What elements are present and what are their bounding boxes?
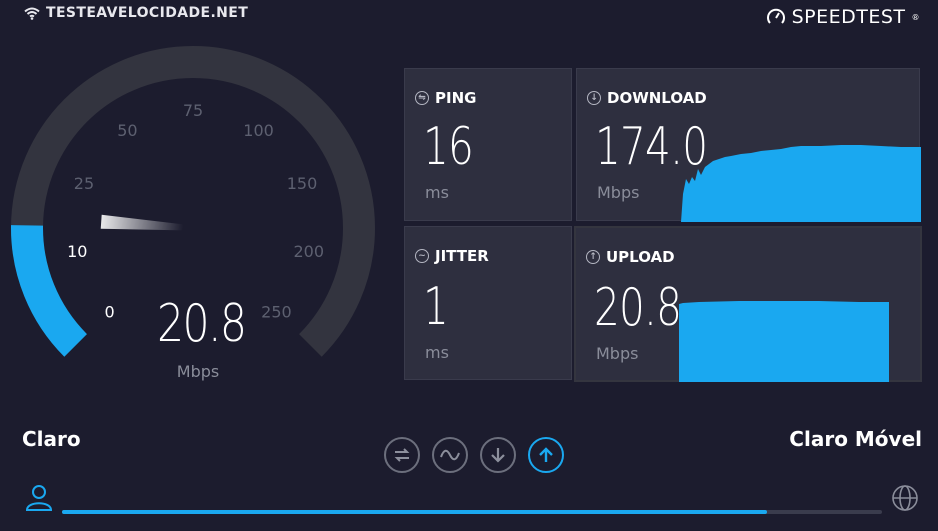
jitter-label-text: JITTER (435, 247, 489, 265)
test-progress-bar (62, 510, 882, 514)
download-icon (491, 448, 505, 463)
user-glyph (25, 485, 53, 511)
download-step[interactable] (480, 437, 516, 473)
ping-icon: ⇋ (415, 91, 429, 105)
server-isp[interactable]: Claro Móvel (789, 427, 922, 451)
gauge-speed-unit: Mbps (176, 362, 220, 381)
upload-icon: ↑ (586, 250, 600, 264)
download-unit: Mbps (597, 183, 640, 202)
upload-label-text: UPLOAD (606, 248, 675, 266)
site-brand-text: TESTEAVELOCIDADE.NET (46, 5, 249, 21)
ping-icon (394, 448, 410, 462)
gauge-tick-10: 10 (67, 242, 87, 261)
download-icon: ↓ (587, 91, 601, 105)
gauge-tick-250: 250 (261, 302, 292, 321)
upload-panel: ↑ UPLOAD 20.8 Mbps (574, 226, 922, 382)
client-isp: Claro (22, 427, 81, 451)
download-label-text: DOWNLOAD (607, 89, 707, 107)
gauge-tick-0: 0 (104, 302, 114, 321)
jitter-panel: ~ JITTER 1 ms (404, 226, 572, 380)
ping-label-text: PING (435, 89, 477, 107)
ping-step[interactable] (384, 437, 420, 473)
download-label: ↓ DOWNLOAD (587, 89, 707, 107)
site-brand[interactable]: TESTEAVELOCIDADE.NET (24, 5, 248, 21)
speedtest-logo[interactable]: SPEEDTEST ® (766, 6, 920, 28)
gauge-tick-25: 25 (74, 174, 94, 193)
upload-value: 20.8 (594, 278, 682, 338)
jitter-icon: ~ (415, 249, 429, 263)
test-steps (384, 437, 564, 473)
test-progress-fill (62, 510, 768, 514)
upload-step[interactable] (528, 437, 564, 473)
jitter-unit: ms (425, 343, 449, 362)
speed-gauge: 0 10 25 50 75 100 150 200 250 20.8 Mbps (0, 40, 400, 420)
globe-glyph (892, 485, 918, 511)
wifi-icon (24, 7, 40, 20)
download-graph (681, 145, 921, 222)
upload-unit: Mbps (596, 344, 639, 363)
ping-label: ⇋ PING (415, 89, 476, 107)
jitter-label: ~ JITTER (415, 247, 489, 265)
user-icon[interactable] (24, 482, 54, 516)
ping-unit: ms (425, 183, 449, 202)
ping-panel: ⇋ PING 16 ms (404, 68, 572, 221)
jitter-icon (440, 449, 460, 461)
speedometer-icon (766, 8, 785, 24)
speedtest-logo-text: SPEEDTEST (791, 6, 906, 28)
gauge-speed-value: 20.8 (157, 294, 247, 354)
jitter-step[interactable] (432, 437, 468, 473)
ping-value: 16 (423, 117, 474, 177)
trademark-mark: ® (911, 12, 920, 22)
gauge-tick-150: 150 (287, 174, 318, 193)
jitter-value: 1 (423, 277, 449, 337)
upload-label: ↑ UPLOAD (586, 248, 675, 266)
globe-icon[interactable] (890, 483, 920, 517)
upload-graph (679, 301, 889, 382)
gauge-tick-100: 100 (243, 121, 274, 140)
gauge-tick-200: 200 (293, 242, 324, 261)
gauge-tick-75: 75 (183, 101, 203, 120)
upload-icon (539, 447, 553, 462)
download-panel: ↓ DOWNLOAD 174.0 Mbps (576, 68, 921, 222)
gauge-needle (100, 214, 184, 231)
gauge-tick-50: 50 (117, 121, 137, 140)
